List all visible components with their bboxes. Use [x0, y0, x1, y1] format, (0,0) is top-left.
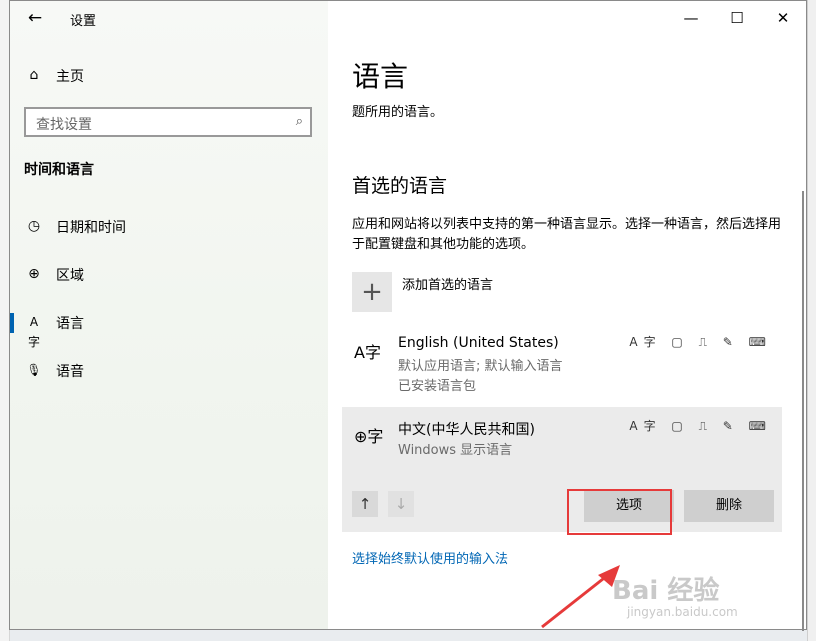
- sidebar-item-label: 日期和时间: [56, 220, 126, 236]
- sidebar-item-label: 语音: [56, 364, 84, 380]
- titlebar: ← 设置: [10, 1, 328, 35]
- language-pack-status: 已安装语言包: [398, 379, 477, 394]
- remove-button[interactable]: 删除: [684, 490, 774, 522]
- language-name: 中文(中华人民共和国): [398, 422, 535, 438]
- watermark-url: jingyan.baidu.com: [627, 605, 738, 619]
- background-right-edge: [807, 0, 816, 641]
- search-icon: ⌕: [295, 114, 303, 129]
- maximize-icon[interactable]: ☐: [714, 5, 760, 31]
- globe-icon: ⊕: [28, 266, 40, 282]
- sidebar-item-label: 主页: [56, 69, 84, 85]
- close-icon[interactable]: ✕: [760, 5, 806, 31]
- back-icon[interactable]: ←: [24, 7, 46, 29]
- search-input[interactable]: 查找设置 ⌕: [24, 107, 312, 137]
- add-language-button[interactable]: +: [352, 272, 392, 312]
- app-title: 设置: [70, 14, 97, 29]
- add-language-label[interactable]: 添加首选的语言: [402, 274, 493, 293]
- language-item-english[interactable]: A字 English (United States) 默认应用语言; 默认输入语…: [342, 325, 782, 395]
- home-icon: ⌂: [29, 67, 39, 83]
- main-content: — ☐ ✕ 语言 题所用的语言。 首选的语言 应用和网站将以列表中支持的第一种语…: [328, 1, 806, 631]
- watermark-logo: Bai 经验: [612, 576, 720, 606]
- move-down-button[interactable]: ↓: [388, 491, 414, 517]
- sidebar-item-language[interactable]: A字 语言: [10, 303, 328, 349]
- preferred-languages-heading: 首选的语言: [352, 175, 448, 197]
- language-item-chinese[interactable]: ⊕字 中文(中华人民共和国) Windows 显示语言 A字 ▢ ⎍ ✎ ⌨ ↑…: [342, 407, 782, 532]
- language-icon: A字: [27, 315, 40, 349]
- annotation-highlight-box: [567, 489, 672, 535]
- arrow-up-icon: ↑: [358, 495, 372, 513]
- page-title: 语言: [352, 60, 409, 93]
- language-name: English (United States): [398, 335, 559, 351]
- language-status: 默认应用语言; 默认输入语言: [398, 359, 563, 374]
- input-method-link[interactable]: 选择始终默认使用的输入法: [352, 548, 508, 567]
- sidebar: ← 设置 ⌂ 主页 查找设置 ⌕ 时间和语言 ◷ 日期和时间 ⊕ 区域 A字 语…: [10, 1, 328, 629]
- settings-window: ← 设置 ⌂ 主页 查找设置 ⌕ 时间和语言 ◷ 日期和时间 ⊕ 区域 A字 语…: [9, 0, 807, 631]
- page-subtitle: 题所用的语言。: [352, 105, 444, 120]
- language-status: Windows 显示语言: [398, 443, 513, 458]
- sidebar-item-label: 区域: [56, 268, 84, 284]
- sidebar-item-region[interactable]: ⊕ 区域: [10, 255, 328, 293]
- search-placeholder: 查找设置: [36, 117, 92, 133]
- preferred-languages-description: 应用和网站将以列表中支持的第一种语言显示。选择一种语言，然后选择用于配置键盘和其…: [352, 217, 782, 252]
- language-icon: A字: [354, 343, 381, 362]
- language-icon: ⊕字: [354, 427, 384, 446]
- plus-icon: +: [361, 277, 383, 307]
- sidebar-item-speech[interactable]: 🎙 语音: [10, 351, 328, 389]
- section-title: 时间和语言: [24, 162, 94, 178]
- sidebar-item-home[interactable]: ⌂ 主页: [10, 56, 328, 94]
- sidebar-item-date-time[interactable]: ◷ 日期和时间: [10, 207, 328, 245]
- scrollbar[interactable]: [802, 191, 804, 631]
- sidebar-item-label: 语言: [56, 316, 84, 332]
- language-feature-icons: A字 ▢ ⎍ ✎ ⌨: [629, 419, 772, 433]
- language-feature-icons: A字 ▢ ⎍ ✎ ⌨: [629, 335, 772, 349]
- move-up-button[interactable]: ↑: [352, 491, 378, 517]
- microphone-icon: 🎙: [26, 363, 42, 377]
- minimize-icon[interactable]: —: [668, 5, 714, 31]
- active-indicator: [10, 313, 14, 333]
- calendar-clock-icon: ◷: [27, 218, 41, 234]
- arrow-down-icon: ↓: [394, 495, 408, 513]
